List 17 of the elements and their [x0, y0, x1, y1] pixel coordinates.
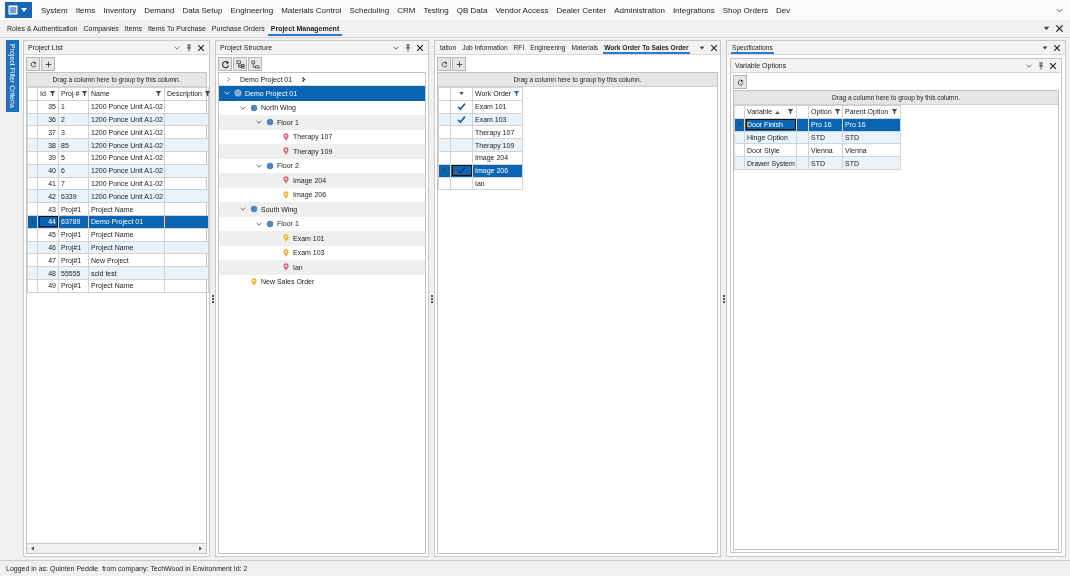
menu-item[interactable]: Vendor Access [491, 5, 553, 15]
menu-item[interactable]: System [37, 5, 72, 15]
menu-item[interactable]: Integrations [668, 5, 719, 15]
menu-item[interactable]: Items [71, 5, 100, 15]
menu-item[interactable]: Data Setup [178, 5, 227, 15]
menu-item[interactable]: Dealer Center [552, 5, 611, 15]
menu-item[interactable]: CRM [393, 5, 420, 15]
menu-item[interactable]: Administration [610, 5, 669, 15]
menu-item[interactable]: Inventory [99, 5, 141, 15]
menu-item[interactable]: QB Data [452, 5, 492, 15]
menu-item[interactable]: Materials Control [277, 5, 346, 15]
menu-item[interactable]: Scheduling [345, 5, 394, 15]
menu-item[interactable]: Dev [772, 5, 795, 15]
menu-item[interactable]: Engineering [226, 5, 278, 15]
menu-item[interactable]: Demand [140, 5, 179, 15]
menu-item[interactable]: Testing [419, 5, 453, 15]
menu-item[interactable]: Shop Orders [718, 5, 773, 15]
